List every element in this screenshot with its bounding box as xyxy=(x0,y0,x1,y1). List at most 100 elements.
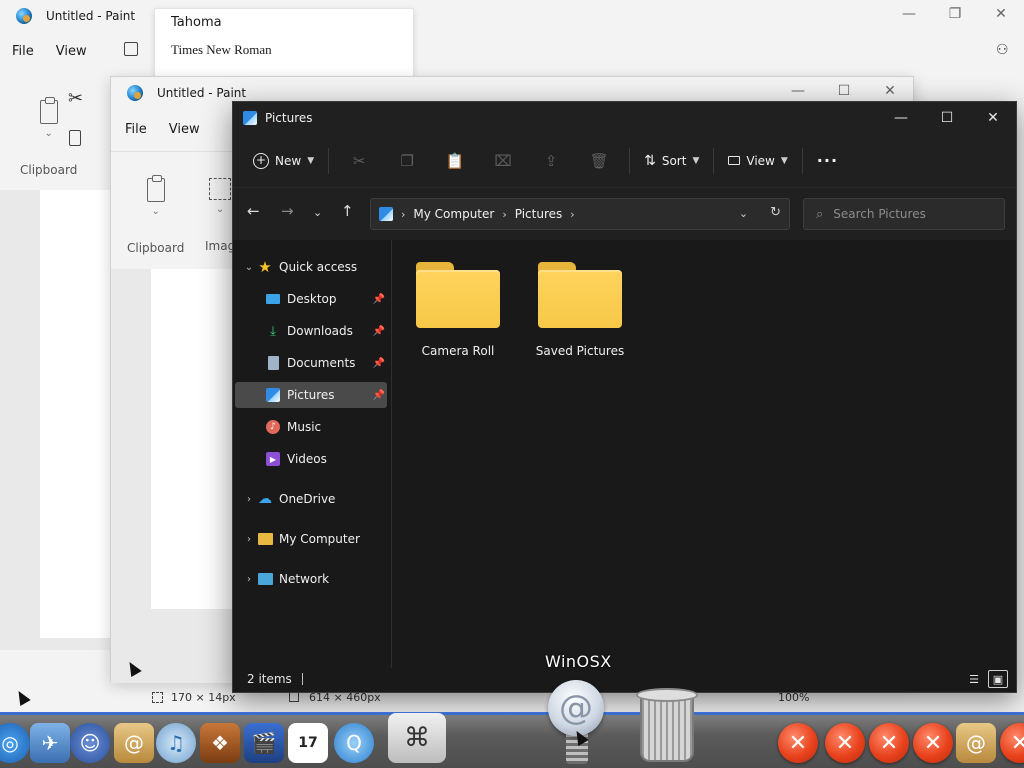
paint-canvas-front[interactable] xyxy=(151,269,233,609)
explorer-window-title: Pictures xyxy=(265,111,313,125)
view-button[interactable]: View ▼ xyxy=(720,145,795,177)
dock-trash-icon[interactable] xyxy=(634,688,700,764)
paint-canvas-area-front xyxy=(111,269,233,683)
menu-view[interactable]: View xyxy=(56,44,87,59)
breadcrumb-chevron-icon[interactable]: › xyxy=(502,208,506,221)
nav-item-videos[interactable]: ▶ Videos xyxy=(235,446,387,472)
back-arrow-icon[interactable]: ← xyxy=(247,202,260,220)
nav-item-desktop[interactable]: Desktop 📌 xyxy=(235,286,387,312)
chevron-right-icon[interactable]: › xyxy=(241,534,257,545)
paste-button[interactable]: 📋 xyxy=(431,145,479,177)
dock-system-preferences-icon[interactable]: ⌘ xyxy=(388,713,446,763)
minimize-icon[interactable]: — xyxy=(775,83,821,99)
address-history-chevron-icon[interactable]: ⌄ xyxy=(739,207,748,220)
ical-day: 17 xyxy=(298,735,318,751)
details-view-icon[interactable]: ☰ xyxy=(964,670,984,688)
close-icon[interactable]: ✕ xyxy=(867,83,913,99)
dock-quicktime-icon[interactable]: Q xyxy=(334,723,374,763)
dock-close-icon[interactable]: ✕ xyxy=(778,723,818,763)
dock-itunes-icon[interactable]: ♫ xyxy=(156,723,196,763)
up-arrow-icon[interactable]: ↑ xyxy=(341,202,354,220)
new-button[interactable]: + New ▼ xyxy=(245,145,322,177)
address-bar[interactable]: › My Computer › Pictures › ⌄ ↻ xyxy=(370,198,790,230)
more-options-button[interactable]: ··· xyxy=(809,145,846,177)
forward-arrow-icon[interactable]: → xyxy=(281,202,294,220)
breadcrumb-chevron-icon[interactable]: › xyxy=(570,208,574,221)
restore-icon[interactable]: ❐ xyxy=(932,6,978,22)
close-icon[interactable]: ✕ xyxy=(978,6,1024,22)
dock-close-icon[interactable]: ✕ xyxy=(1000,723,1024,763)
menu-file[interactable]: File xyxy=(125,122,147,137)
nav-item-downloads[interactable]: ⤓ Downloads 📌 xyxy=(235,318,387,344)
pin-icon[interactable]: 📌 xyxy=(373,326,385,337)
paste-icon[interactable] xyxy=(146,175,165,202)
nav-my-computer[interactable]: › My Computer xyxy=(235,526,387,552)
paste-icon[interactable] xyxy=(39,97,58,124)
save-icon[interactable] xyxy=(124,42,138,56)
dock-mail-icon[interactable]: @ xyxy=(548,680,604,736)
cut-icon[interactable]: ✂ xyxy=(68,88,83,109)
refresh-icon[interactable]: ↻ xyxy=(770,205,781,220)
dock-ichat-icon[interactable]: ☺ xyxy=(70,723,110,763)
nav-network[interactable]: › Network xyxy=(235,566,387,592)
dock-ical-icon[interactable]: 17 xyxy=(288,723,328,763)
chevron-right-icon[interactable]: › xyxy=(241,574,257,585)
chevron-right-icon[interactable]: › xyxy=(241,494,257,505)
delete-button[interactable]: 🗑 xyxy=(575,145,623,177)
select-icon[interactable] xyxy=(209,178,232,200)
menu-view[interactable]: View xyxy=(169,122,200,137)
recent-locations-chevron-icon[interactable]: ⌄ xyxy=(313,206,322,219)
dock-address-book-icon[interactable]: @ xyxy=(956,723,996,763)
breadcrumb-pictures[interactable]: Pictures xyxy=(515,207,563,221)
rename-button[interactable]: ⌧ xyxy=(479,145,527,177)
dock-close-icon[interactable]: ✕ xyxy=(913,723,953,763)
nav-item-music[interactable]: ♪ Music xyxy=(235,414,387,440)
paint-canvas[interactable] xyxy=(40,190,110,638)
copy-icon[interactable] xyxy=(69,130,81,146)
minimize-icon[interactable]: — xyxy=(878,102,924,134)
dock-safari-icon[interactable]: ◎ xyxy=(0,723,30,763)
pane-divider[interactable] xyxy=(391,240,392,668)
dock-close-icon[interactable]: ✕ xyxy=(825,723,865,763)
breadcrumb-chevron-icon[interactable]: › xyxy=(401,208,405,221)
nav-item-documents[interactable]: Documents 📌 xyxy=(235,350,387,376)
menu-file[interactable]: File xyxy=(12,44,34,59)
nav-onedrive[interactable]: › ☁ OneDrive xyxy=(235,486,387,512)
cut-button[interactable]: ✂ xyxy=(335,145,383,177)
copy-icon: ❐ xyxy=(400,151,414,170)
trash-icon: 🗑 xyxy=(589,151,609,170)
explorer-title-bar: Pictures — ☐ ✕ xyxy=(233,102,1016,134)
pin-icon[interactable]: 📌 xyxy=(373,294,385,305)
sort-button[interactable]: ⇅ Sort ▼ xyxy=(636,145,707,177)
download-icon: ⤓ xyxy=(270,323,276,339)
copy-button[interactable]: ❐ xyxy=(383,145,431,177)
share-button[interactable]: ⇪ xyxy=(527,145,575,177)
account-icon[interactable]: ⚇ xyxy=(996,42,1009,58)
maximize-icon[interactable]: ☐ xyxy=(924,102,970,134)
chevron-down-icon[interactable]: ⌄ xyxy=(151,206,159,217)
pin-icon[interactable]: 📌 xyxy=(373,390,385,401)
folder-saved-pictures[interactable]: Saved Pictures xyxy=(525,262,635,358)
search-input[interactable] xyxy=(833,207,994,221)
dock-iphoto-icon[interactable]: ❖ xyxy=(200,723,240,763)
minimize-icon[interactable]: — xyxy=(886,6,932,22)
pin-icon[interactable]: 📌 xyxy=(373,358,385,369)
nav-quick-access[interactable]: ⌄ ★ Quick access xyxy=(235,254,387,280)
close-icon[interactable]: ✕ xyxy=(970,102,1016,134)
breadcrumb-my-computer[interactable]: My Computer xyxy=(413,207,494,221)
dock-preview-icon[interactable]: ✈ xyxy=(30,723,70,763)
nav-item-pictures[interactable]: Pictures 📌 xyxy=(235,382,387,408)
dock-address-book-icon[interactable]: @ xyxy=(114,723,154,763)
chevron-down-icon[interactable]: ⌄ xyxy=(44,128,52,139)
chevron-down-icon[interactable]: ⌄ xyxy=(216,204,224,215)
large-icons-view-icon[interactable]: ▣ xyxy=(988,670,1008,688)
dock-imovie-icon[interactable]: 🎬 xyxy=(244,723,284,763)
dock-close-icon[interactable]: ✕ xyxy=(869,723,909,763)
paint-app-icon xyxy=(127,85,143,101)
chevron-down-icon[interactable]: ⌄ xyxy=(241,262,257,273)
folder-camera-roll[interactable]: Camera Roll xyxy=(403,262,513,358)
font-option-times-new-roman[interactable]: Times New Roman xyxy=(155,36,413,64)
maximize-icon[interactable]: ☐ xyxy=(821,83,867,99)
font-option-tahoma[interactable]: Tahoma xyxy=(155,9,413,36)
navigation-pane: ⌄ ★ Quick access Desktop 📌 ⤓ Downloads 📌… xyxy=(233,240,391,660)
